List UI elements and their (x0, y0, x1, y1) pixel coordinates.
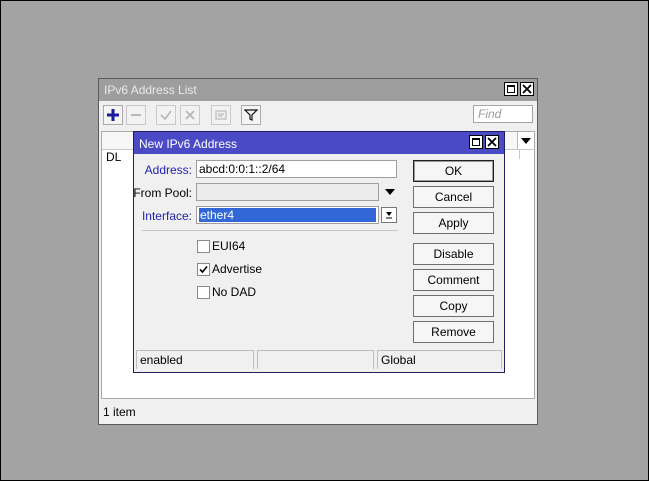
status-enabled: enabled (136, 350, 254, 369)
list-titlebar[interactable]: IPv6 Address List (99, 79, 537, 101)
close-icon[interactable] (520, 82, 534, 96)
ok-button[interactable]: OK (413, 160, 494, 182)
new-ipv6-address-dialog: New IPv6 Address Address: abcd:0:0:1::2/… (133, 131, 505, 373)
add-icon[interactable] (103, 105, 123, 125)
enable-icon[interactable] (156, 105, 176, 125)
from-pool-field[interactable] (196, 183, 379, 201)
dialog-status-bar: enabled Global (136, 350, 502, 370)
cancel-button[interactable]: Cancel (413, 186, 494, 208)
interface-value: ether4 (199, 208, 376, 222)
comment-button[interactable]: Comment (413, 269, 494, 291)
check-icon (199, 265, 208, 274)
disable-button[interactable]: Disable (413, 243, 494, 265)
status-scope: Global (377, 350, 502, 369)
list-item[interactable]: DL (106, 150, 121, 164)
interface-field[interactable]: ether4 (196, 206, 379, 224)
dialog-title: New IPv6 Address (139, 137, 238, 151)
comment-icon[interactable] (211, 105, 231, 125)
no-dad-label: No DAD (212, 285, 257, 299)
remove-button[interactable]: Remove (413, 321, 494, 343)
list-toolbar: Find (99, 101, 537, 129)
interface-dropdown-icon[interactable] (381, 207, 397, 223)
maximize-icon[interactable] (469, 135, 483, 149)
remove-icon[interactable] (126, 105, 146, 125)
list-window-title: IPv6 Address List (104, 83, 197, 97)
find-input[interactable]: Find (473, 105, 533, 123)
columns-dropdown-icon[interactable] (517, 132, 534, 149)
disable-icon[interactable] (180, 105, 200, 125)
no-dad-checkbox[interactable] (197, 286, 210, 299)
apply-button[interactable]: Apply (413, 212, 494, 234)
address-field[interactable]: abcd:0:0:1::2/64 (196, 160, 397, 178)
eui64-label: EUI64 (212, 239, 246, 253)
list-status: 1 item (103, 405, 136, 419)
copy-button[interactable]: Copy (413, 295, 494, 317)
from-pool-dropdown-icon[interactable] (385, 189, 395, 195)
interface-label: Interface: (141, 209, 192, 223)
eui64-checkbox[interactable] (197, 240, 210, 253)
filter-icon[interactable] (241, 105, 261, 125)
advertise-checkbox[interactable] (197, 263, 210, 276)
close-icon[interactable] (485, 135, 499, 149)
from-pool-label: From Pool: (133, 186, 192, 200)
status-empty (257, 350, 374, 369)
divider (142, 230, 398, 231)
advertise-label: Advertise (212, 262, 263, 276)
maximize-icon[interactable] (504, 82, 518, 96)
dialog-titlebar[interactable]: New IPv6 Address (134, 132, 504, 154)
address-label: Address: (144, 163, 192, 177)
